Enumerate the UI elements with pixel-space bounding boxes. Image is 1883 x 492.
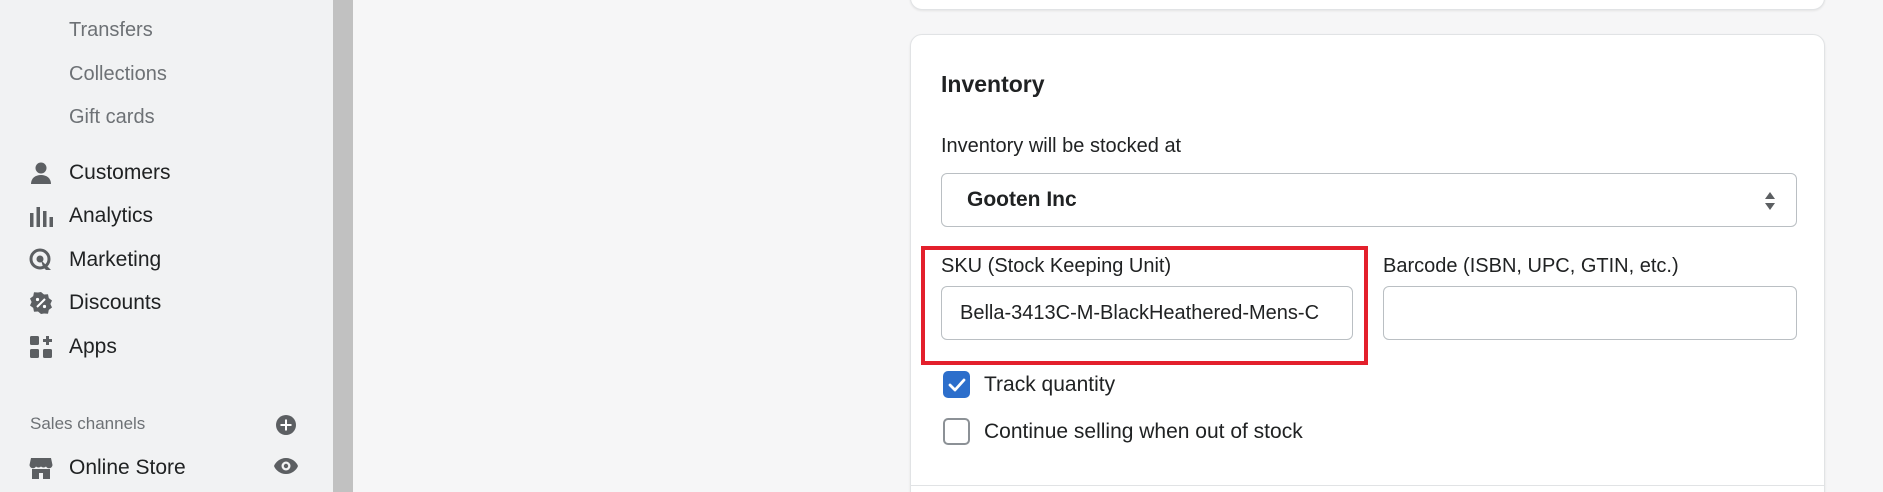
eye-icon[interactable] [272,454,300,478]
store-icon [28,455,54,481]
sidebar-item-marketing[interactable]: Marketing [28,242,328,278]
sales-channels-heading: Sales channels [30,414,146,433]
sidebar-item-discounts[interactable]: Discounts [28,285,328,321]
location-label: Inventory will be stocked at [941,135,1182,157]
sidebar-item-transfers[interactable]: Transfers [69,16,153,44]
apps-icon [28,334,54,360]
continue-selling-label: Continue selling when out of stock [984,419,1303,443]
track-quantity-option[interactable]: Track quantity [943,371,1115,398]
inventory-card: Inventory Inventory will be stocked at G… [910,34,1825,492]
add-sales-channel-icon[interactable] [274,413,298,437]
sidebar-item-label: Apps [69,335,117,358]
checkmark-icon [948,378,965,391]
continue-selling-option[interactable]: Continue selling when out of stock [943,418,1303,445]
previous-card [910,0,1825,10]
sidebar-item-analytics[interactable]: Analytics [28,198,328,234]
sidebar: Transfers Collections Gift cards Custome… [0,0,333,492]
track-quantity-label: Track quantity [984,372,1116,396]
sidebar-item-label: Marketing [69,248,162,271]
track-quantity-checkbox[interactable] [943,371,970,398]
inventory-title: Inventory [941,71,1045,97]
location-selected-value: Gooten Inc [967,188,1077,211]
sku-label: SKU (Stock Keeping Unit) [941,255,1172,277]
sku-input[interactable] [941,286,1353,340]
barcode-input[interactable] [1383,286,1797,340]
sidebar-scrollbar[interactable] [333,0,353,492]
sidebar-item-label: Customers [69,161,171,184]
continue-selling-checkbox[interactable] [943,418,970,445]
discount-icon [28,290,54,316]
select-arrows-icon [1764,191,1776,211]
barcode-label: Barcode (ISBN, UPC, GTIN, etc.) [1383,255,1679,277]
location-select[interactable]: Gooten Inc [941,173,1797,227]
sidebar-item-collections[interactable]: Collections [69,60,167,88]
card-divider [911,485,1824,486]
bar-chart-icon [28,203,54,229]
sidebar-item-label: Online Store [69,456,186,479]
sidebar-item-customers[interactable]: Customers [28,155,328,191]
sidebar-item-label: Analytics [69,204,154,227]
sidebar-item-gift-cards[interactable]: Gift cards [69,103,155,131]
sidebar-item-label: Discounts [69,291,162,314]
person-icon [28,160,54,186]
sidebar-item-apps[interactable]: Apps [28,329,328,365]
marketing-icon [28,247,54,273]
